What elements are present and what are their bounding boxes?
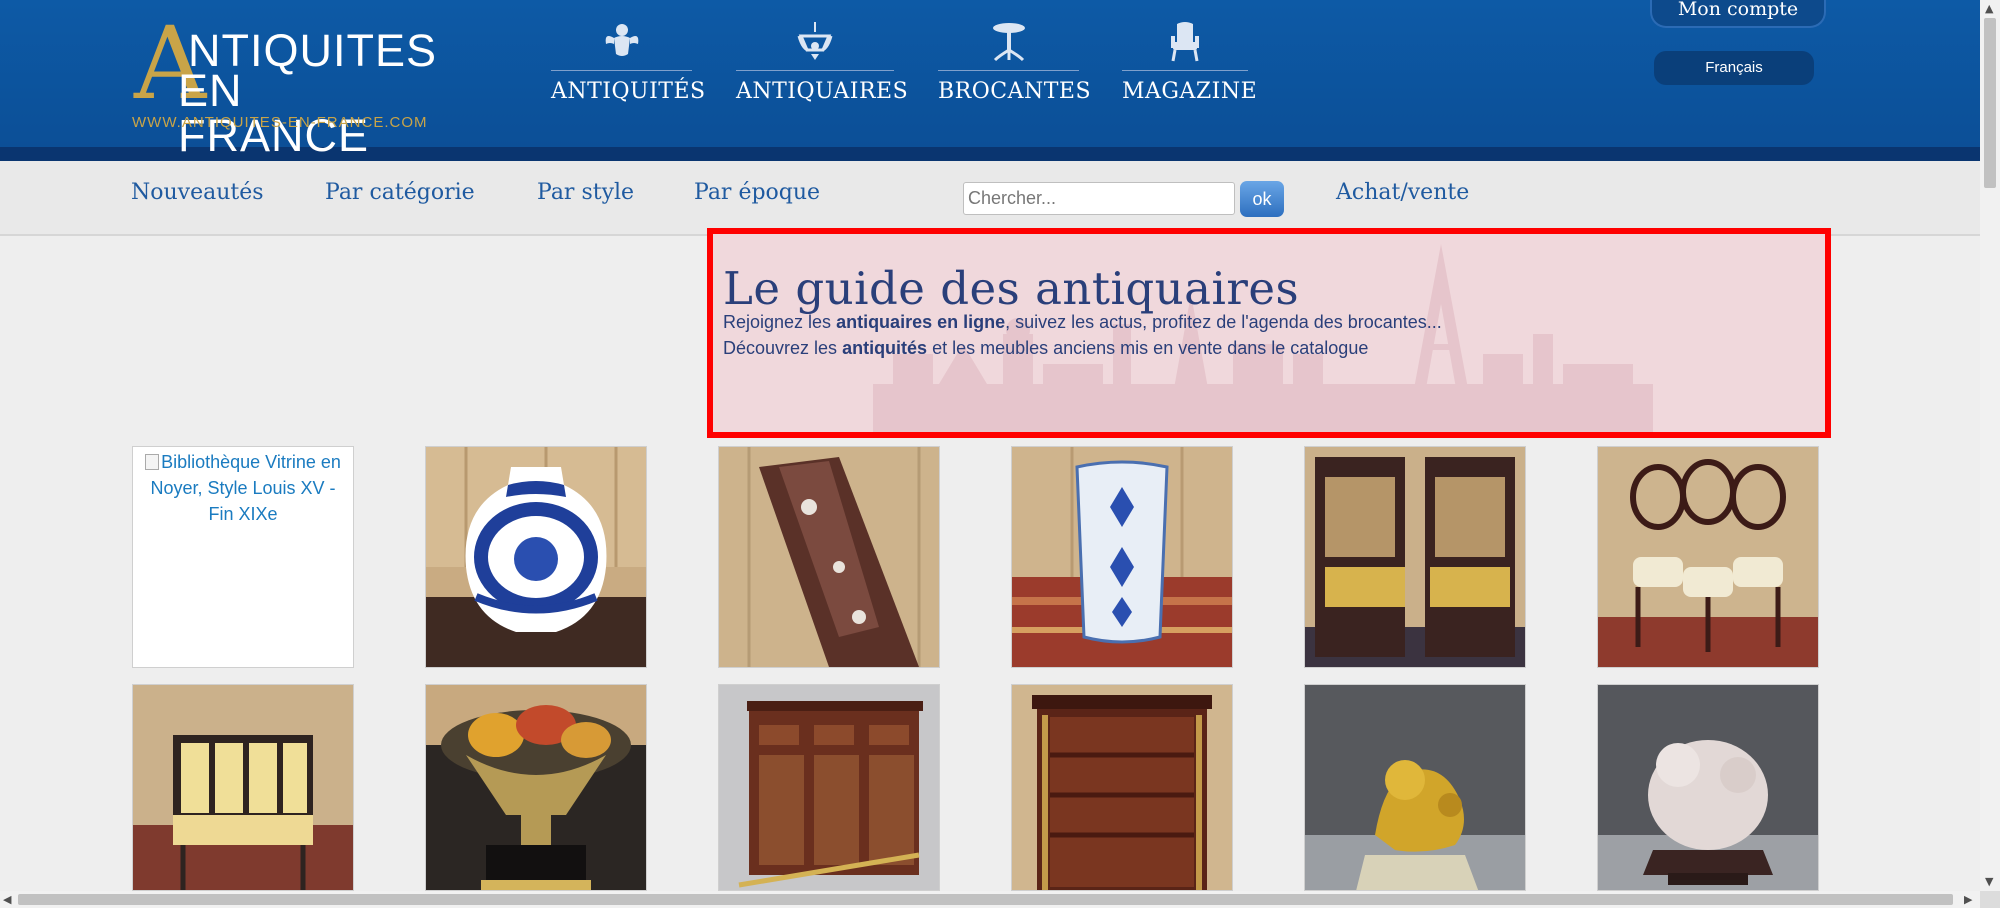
nav-divider: [1122, 70, 1248, 71]
product-tile-vase[interactable]: [425, 446, 647, 668]
product-tile-quartz-carving[interactable]: [1597, 684, 1819, 891]
scrollbar-corner: [1980, 891, 2000, 908]
product-tile-yellow-chairs[interactable]: [132, 684, 354, 891]
nav-antiquaires[interactable]: ANTIQUAIRES: [736, 20, 909, 104]
cherub-icon: [605, 24, 638, 56]
logo-url: WWW.ANTIQUITES-EN-FRANCE.COM: [132, 114, 428, 131]
scroll-up-arrow-icon[interactable]: ▲: [1985, 2, 1993, 15]
armchair-icon: [1171, 22, 1199, 62]
account-button[interactable]: Mon compte: [1650, 0, 1826, 28]
nav-divider: [938, 70, 1079, 71]
marble-console-photo: [719, 447, 939, 667]
link-par-style[interactable]: Par style: [537, 180, 634, 205]
product-tile-umbrella-stand[interactable]: [1011, 446, 1233, 668]
product-tile-cane-chairs[interactable]: [1304, 446, 1526, 668]
umbrella-stand-photo: [1012, 447, 1232, 667]
product-alt-text: Bibliothèque Vitrine en Noyer, Style Lou…: [150, 452, 341, 524]
product-tile-bookcase[interactable]: [1011, 684, 1233, 891]
quartz-carving-photo: [1598, 685, 1818, 890]
search-ok-button[interactable]: ok: [1240, 181, 1284, 217]
hero-title: Le guide des antiquaires: [723, 262, 1300, 315]
bookcase-photo: [1012, 685, 1232, 890]
hero-text-line-2: Découvrez les antiquités et les meubles …: [723, 338, 1368, 359]
site-logo[interactable]: A NTIQUITES EN FRANCE WWW.ANTIQUITES-EN-…: [130, 14, 440, 159]
hero-text: et les meubles anciens mis en vente dans…: [927, 338, 1369, 358]
vertical-scrollbar[interactable]: ▲ ▼: [1980, 0, 2000, 891]
scroll-down-arrow-icon[interactable]: ▼: [1985, 875, 1993, 888]
horizontal-scroll-thumb[interactable]: [18, 894, 1953, 905]
hero-text-line-1: Rejoignez les antiquaires en ligne, suiv…: [723, 312, 1442, 333]
nav-brocantes[interactable]: BROCANTES: [938, 20, 1092, 104]
link-par-categorie[interactable]: Par catégorie: [325, 180, 475, 205]
site-header: A NTIQUITES EN FRANCE WWW.ANTIQUITES-EN-…: [0, 0, 1980, 161]
secondary-nav: Nouveautés Par catégorie Par style Par é…: [0, 161, 1980, 236]
product-tile-fruit-bowl[interactable]: [425, 684, 647, 891]
hero-link-antiquites[interactable]: antiquités: [842, 338, 927, 358]
nav-magazine[interactable]: MAGAZINE: [1122, 20, 1258, 104]
hero-text: Découvrez les: [723, 338, 843, 358]
broken-image-icon: [145, 454, 160, 470]
nav-antiquites[interactable]: ANTIQUITÉS: [551, 20, 706, 104]
nav-label: ANTIQUITÉS: [551, 79, 706, 104]
product-tile-balloon-chairs[interactable]: [1597, 446, 1819, 668]
language-selector[interactable]: Français: [1654, 51, 1814, 85]
fruit-bowl-photo: [426, 685, 646, 890]
vertical-scroll-thumb[interactable]: [1984, 18, 1996, 188]
gilt-lion-photo: [1305, 685, 1525, 890]
nav-divider: [736, 70, 894, 71]
nav-label: BROCANTES: [938, 79, 1092, 104]
pedestal-table-icon: [992, 23, 1025, 62]
horizontal-scrollbar[interactable]: ◀ ▶: [0, 891, 1980, 908]
link-nouveautes[interactable]: Nouveautés: [131, 180, 264, 205]
link-par-epoque[interactable]: Par époque: [694, 180, 820, 205]
chandelier-icon: [797, 22, 833, 60]
bar-cabinet-photo: [719, 685, 939, 890]
scroll-left-arrow-icon[interactable]: ◀: [3, 893, 11, 906]
hero-link-antiquaires-en-ligne[interactable]: antiquaires en ligne: [836, 312, 1005, 332]
nav-label: ANTIQUAIRES: [736, 79, 909, 104]
balloon-chairs-photo: [1598, 447, 1818, 667]
hero-text: Rejoignez les: [723, 312, 837, 332]
logo-line-2: EN FRANCE: [178, 65, 370, 161]
scroll-right-arrow-icon[interactable]: ▶: [1964, 893, 1972, 906]
product-tile-broken-image[interactable]: Bibliothèque Vitrine en Noyer, Style Lou…: [132, 446, 354, 668]
nav-divider: [551, 70, 692, 71]
hero-banner: Le guide des antiquaires Rejoignez les a…: [707, 228, 1831, 438]
yellow-chairs-photo: [133, 685, 353, 890]
cane-chairs-photo: [1305, 447, 1525, 667]
hero-text: , suivez les actus, profitez de l'agenda…: [1005, 312, 1442, 332]
link-achat-vente[interactable]: Achat/vente: [1336, 180, 1469, 205]
nav-label: MAGAZINE: [1122, 79, 1258, 104]
product-tile-bar-cabinet[interactable]: [718, 684, 940, 891]
product-tile-marble-console[interactable]: [718, 446, 940, 668]
vase-photo: [426, 447, 646, 667]
search-input[interactable]: [963, 182, 1235, 215]
product-tile-gilt-lion[interactable]: [1304, 684, 1526, 891]
